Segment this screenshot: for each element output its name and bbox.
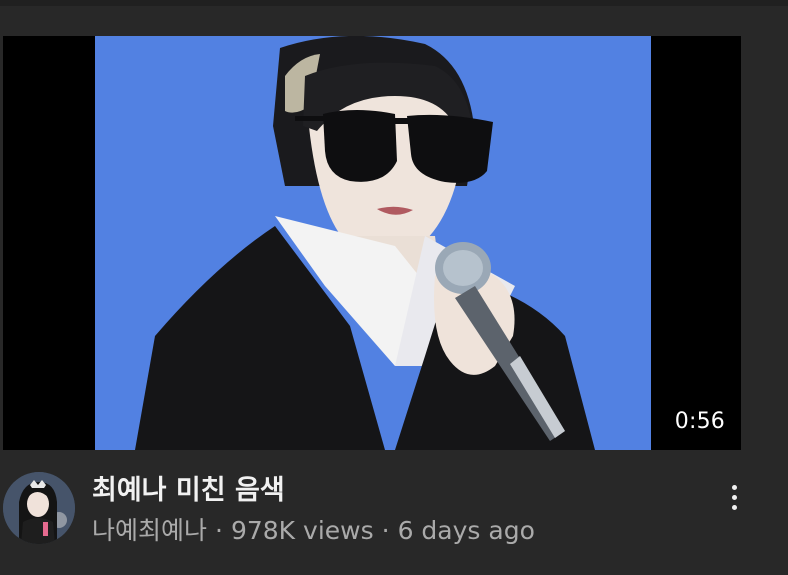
channel-avatar[interactable] — [3, 472, 75, 544]
video-title[interactable]: 최예나 미친 음색 — [92, 474, 692, 508]
video-thumbnail[interactable]: 0:56 — [3, 36, 741, 450]
top-divider — [0, 0, 788, 6]
video-details: 최예나 미친 음색 나예최예나 · 978K views · 6 days ago — [0, 462, 788, 572]
meta-separator: · — [381, 516, 390, 545]
upload-age: 6 days ago — [397, 516, 535, 545]
channel-name[interactable]: 나예최예나 — [92, 516, 207, 545]
view-count: 978K views — [230, 516, 374, 545]
video-text: 최예나 미친 음색 나예최예나 · 978K views · 6 days ago — [92, 474, 692, 546]
thumbnail-image — [95, 36, 651, 450]
duration-badge: 0:56 — [674, 409, 725, 434]
more-vert-icon[interactable] — [722, 480, 746, 514]
meta-separator: · — [215, 516, 223, 545]
video-metadata: 나예최예나 · 978K views · 6 days ago — [92, 516, 692, 546]
